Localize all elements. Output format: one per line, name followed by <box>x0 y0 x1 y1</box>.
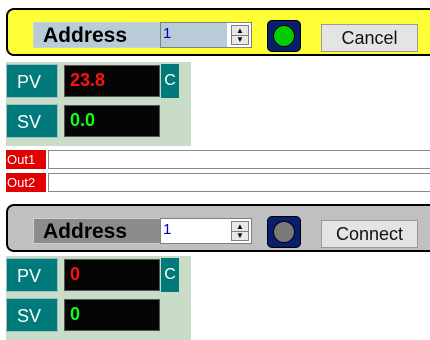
output-1-row: Out1 <box>6 150 430 169</box>
sv-label: SV <box>6 104 58 138</box>
address-spinner[interactable]: 1 ▲ ▼ <box>160 218 252 244</box>
spinner-buttons[interactable]: ▲ ▼ <box>231 221 249 241</box>
spinner-down-icon[interactable]: ▼ <box>232 231 248 240</box>
address-label: Address <box>33 22 161 48</box>
controller-1-header: Address 1 ▲ ▼ Cancel <box>6 8 430 56</box>
status-indicator <box>267 20 301 52</box>
controller-1-readouts: PV 23.8 C SV 0.0 <box>6 62 191 146</box>
pv-value: 0 <box>64 259 160 291</box>
status-led-icon <box>273 221 295 243</box>
sv-value: 0 <box>64 299 160 331</box>
output-1-bar <box>48 150 430 169</box>
pv-unit: C <box>161 64 179 98</box>
spinner-down-icon[interactable]: ▼ <box>232 35 248 44</box>
sv-value: 0.0 <box>64 105 160 137</box>
address-spinner[interactable]: 1 ▲ ▼ <box>160 22 252 48</box>
app-window: Address 1 ▲ ▼ Cancel PV 23.8 C SV 0.0 Ou… <box>0 0 430 340</box>
connect-button[interactable]: Connect <box>321 220 418 248</box>
output-1-label: Out1 <box>6 150 46 169</box>
pv-label: PV <box>6 64 58 98</box>
output-2-bar <box>48 173 430 192</box>
pv-unit: C <box>161 258 179 292</box>
address-value[interactable]: 1 <box>161 23 227 47</box>
address-value[interactable]: 1 <box>161 219 227 243</box>
output-2-label: Out2 <box>6 173 46 192</box>
output-2-row: Out2 <box>6 173 430 192</box>
spinner-buttons[interactable]: ▲ ▼ <box>231 25 249 45</box>
sv-label: SV <box>6 298 58 332</box>
controller-2-readouts: PV 0 C SV 0 <box>6 256 191 340</box>
status-indicator <box>267 216 301 248</box>
address-label: Address <box>33 218 161 244</box>
status-led-icon <box>273 25 295 47</box>
pv-label: PV <box>6 258 58 292</box>
cancel-button[interactable]: Cancel <box>321 24 418 52</box>
pv-value: 23.8 <box>64 65 160 97</box>
controller-2-header: Address 1 ▲ ▼ Connect <box>6 204 430 252</box>
